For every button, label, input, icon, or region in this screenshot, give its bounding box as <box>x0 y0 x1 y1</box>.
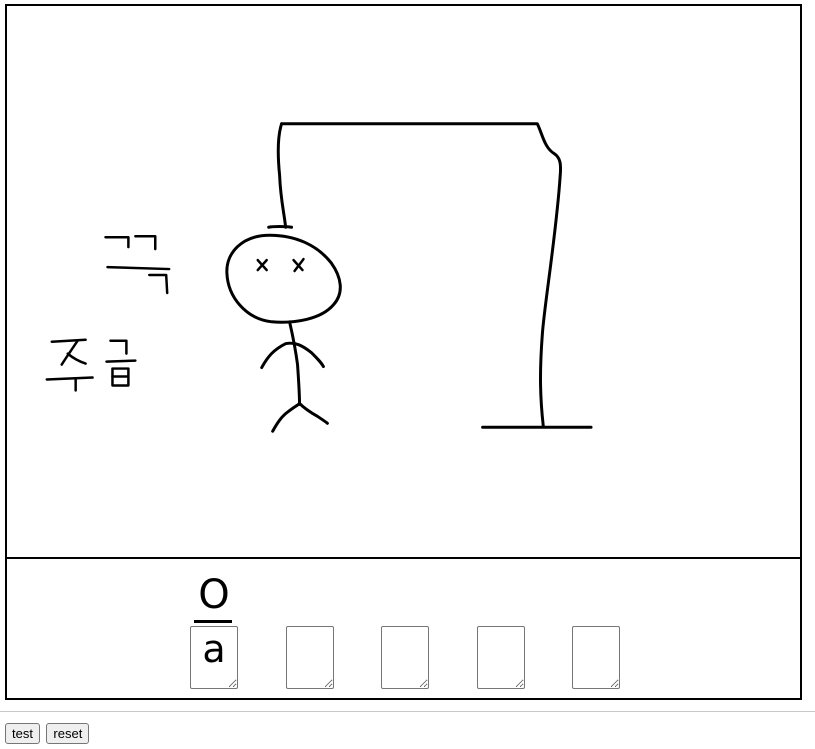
answer-slot <box>572 559 620 698</box>
figure-noose <box>267 225 294 229</box>
answer-slots: O a <box>7 559 800 700</box>
answer-slot <box>286 559 334 698</box>
answer-slot <box>477 559 525 698</box>
slot-mark <box>385 571 425 619</box>
reset-button[interactable]: reset <box>46 723 90 744</box>
figure-body <box>288 320 302 406</box>
letter-input[interactable]: a <box>190 626 238 689</box>
answer-slot: O a <box>190 559 238 698</box>
figure-eye-right <box>292 257 305 273</box>
hangman-board: O a <box>5 4 802 700</box>
letter-input[interactable] <box>286 626 334 689</box>
letter-input[interactable] <box>572 626 620 689</box>
gallows-rope <box>276 122 288 229</box>
figure-legs <box>271 401 329 433</box>
hanged-figure-drawing <box>225 225 342 433</box>
slot-mark <box>481 571 521 619</box>
letter-input[interactable] <box>477 626 525 689</box>
figure-eye-left <box>256 258 268 272</box>
test-button[interactable]: test <box>5 723 40 744</box>
hangman-drawing-canvas <box>7 6 800 559</box>
letter-input[interactable] <box>381 626 429 689</box>
figure-arms <box>260 341 325 370</box>
doodle-text-kkeuk <box>104 234 171 295</box>
horizontal-rule <box>0 711 815 712</box>
gallows-drawing <box>276 122 593 429</box>
gallows-beam <box>280 122 563 428</box>
figure-head <box>225 233 342 324</box>
answer-slot <box>381 559 429 698</box>
slot-mark <box>290 571 330 619</box>
slot-mark <box>576 571 616 619</box>
doodle-text-jugeum <box>45 338 137 392</box>
slot-correct-mark: O <box>198 572 230 618</box>
slot-mark-underline <box>194 620 232 623</box>
control-buttons: test reset <box>5 723 91 744</box>
